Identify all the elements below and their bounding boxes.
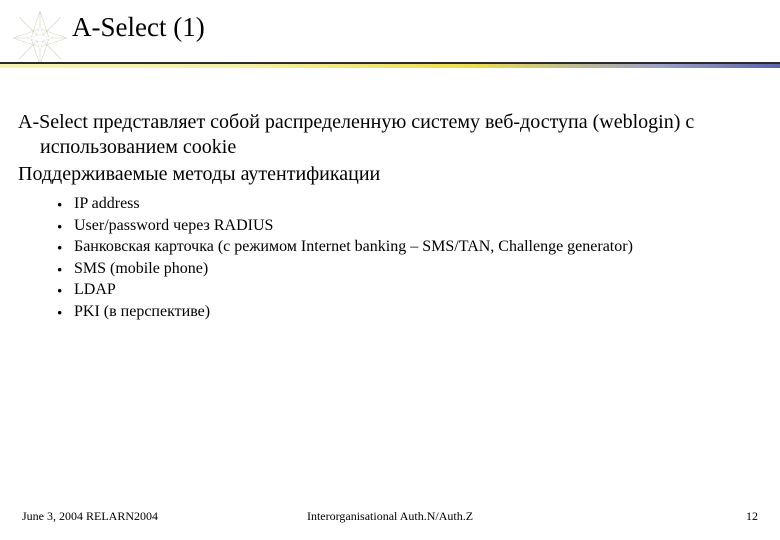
footer-center: Interorganisational Auth.N/Auth.Z xyxy=(0,509,780,524)
slide-body: A-Select представляет собой распределенн… xyxy=(18,110,762,323)
list-item: User/password через RADIUS xyxy=(56,215,762,237)
title-divider xyxy=(0,62,780,68)
list-item: PKI (в перспективе) xyxy=(56,301,762,323)
list-item: LDAP xyxy=(56,279,762,301)
slide: A-Select (1) A-Select представляет собой… xyxy=(0,0,780,540)
footer-page-number: 12 xyxy=(746,509,758,524)
starburst-icon xyxy=(10,8,70,68)
paragraph-methods-heading: Поддерживаемые методы аутентификации xyxy=(18,162,762,187)
list-item: SMS (mobile phone) xyxy=(56,258,762,280)
list-item: IP address xyxy=(56,193,762,215)
paragraph-intro: A-Select представляет собой распределенн… xyxy=(18,110,762,160)
slide-title: A-Select (1) xyxy=(72,12,205,43)
bullet-list: IP address User/password через RADIUS Ба… xyxy=(56,193,762,323)
list-item: Банковская карточка (с режимом Internet … xyxy=(56,236,762,258)
